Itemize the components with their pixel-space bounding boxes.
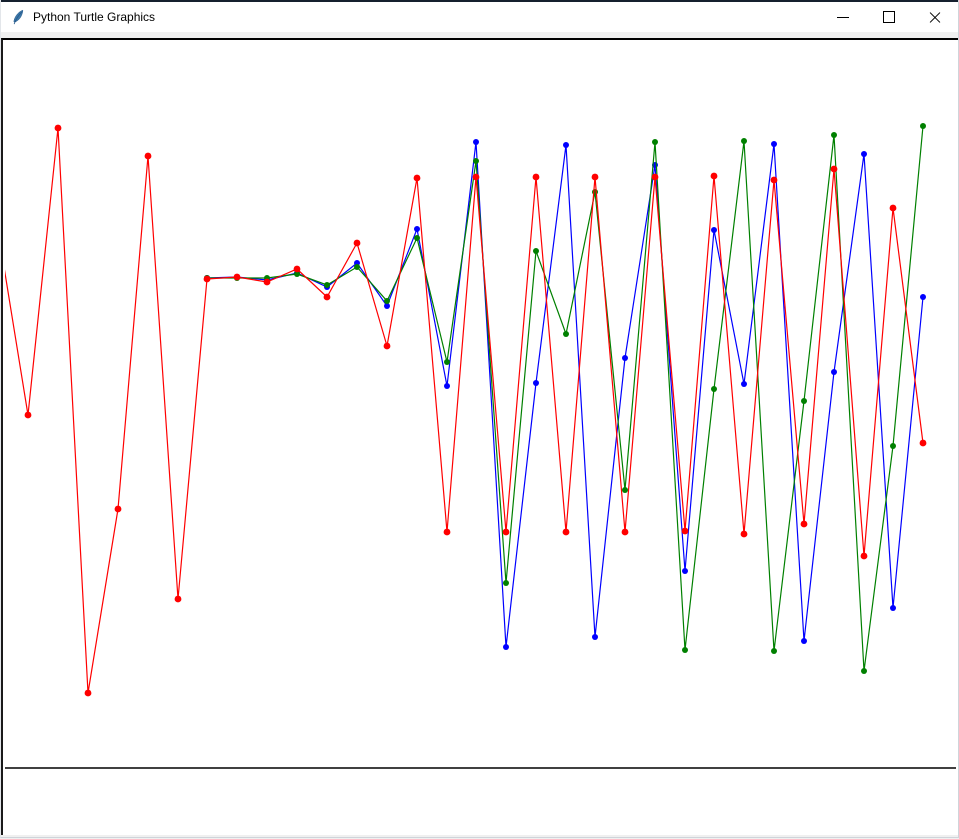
maximize-icon <box>883 11 895 23</box>
turtle-canvas <box>1 38 958 835</box>
maximize-button[interactable] <box>866 2 912 32</box>
close-icon <box>929 11 941 23</box>
window-title: Python Turtle Graphics <box>33 10 155 24</box>
python-feather-icon <box>10 9 26 25</box>
close-button[interactable] <box>912 2 958 32</box>
title-bar[interactable]: Python Turtle Graphics <box>1 2 958 32</box>
window-controls <box>820 2 958 32</box>
minimize-button[interactable] <box>820 2 866 32</box>
app-window: Python Turtle Graphics <box>0 0 959 838</box>
minimize-icon <box>837 17 849 18</box>
